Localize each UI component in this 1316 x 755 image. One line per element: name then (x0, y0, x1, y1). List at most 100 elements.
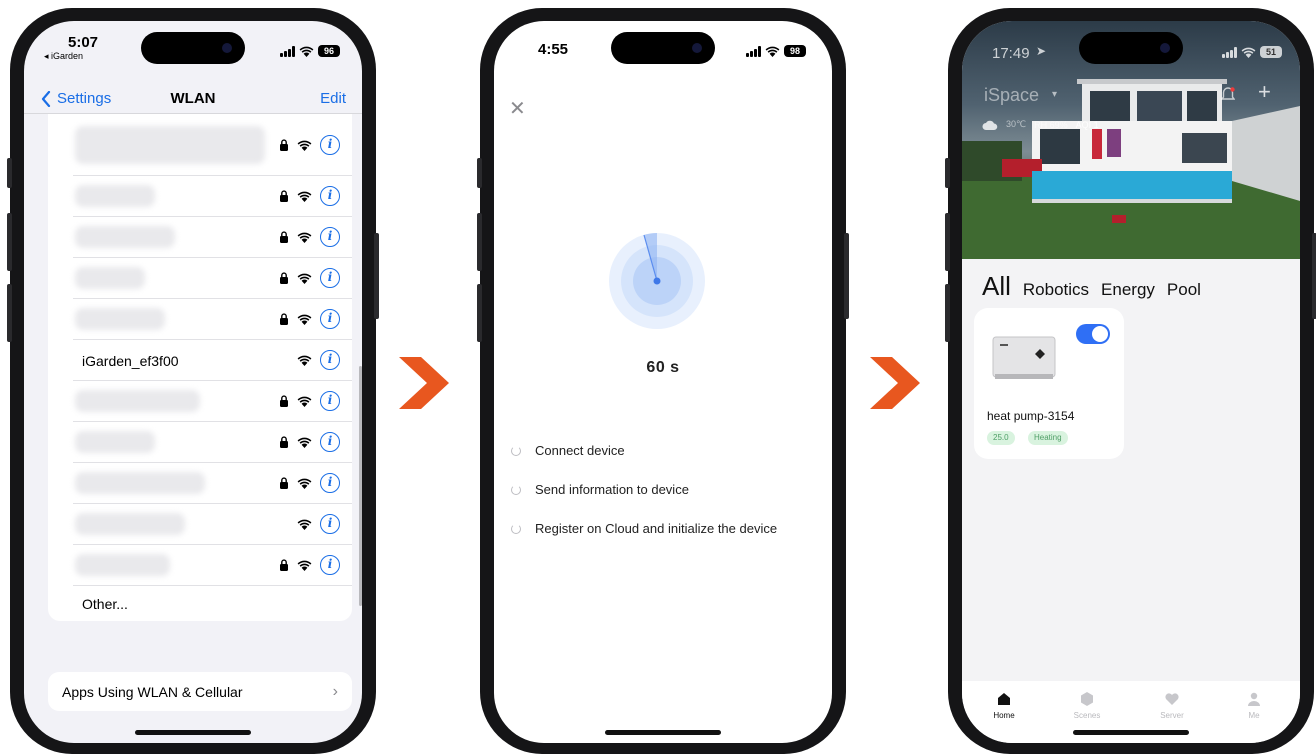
back-to-app-link[interactable]: ◂ iGarden (44, 51, 83, 62)
apps-using-wlan-row[interactable]: Apps Using WLAN & Cellular › (48, 672, 352, 711)
info-icon[interactable]: i (320, 135, 340, 155)
loading-spinner-icon (511, 523, 521, 534)
cellular-signal-icon (746, 45, 761, 57)
edit-button[interactable]: Edit (320, 90, 346, 107)
status-badge: Heating (1028, 431, 1068, 445)
status-icons: 98 (746, 45, 806, 57)
tab-home[interactable]: Home (974, 691, 1034, 720)
network-icons: i (279, 309, 340, 329)
page-title: WLAN (170, 90, 216, 107)
wifi-icon (297, 355, 312, 366)
wifi-icon (297, 140, 312, 151)
chevron-right-icon: › (332, 683, 338, 700)
phone-screen: 5:07 ◂ iGarden 96 Settings WLAN Edit iii… (24, 21, 362, 743)
wifi-icon (297, 478, 312, 489)
temperature-chip: 25.0 (987, 431, 1015, 445)
lock-icon (280, 436, 288, 448)
network-name-redacted (75, 431, 155, 453)
add-icon[interactable]: + (1258, 79, 1271, 105)
info-icon[interactable]: i (320, 268, 340, 288)
wifi-icon (297, 437, 312, 448)
side-button (477, 284, 482, 342)
tab-me[interactable]: Me (1224, 691, 1284, 720)
battery-icon: 96 (318, 45, 340, 57)
info-icon[interactable]: i (320, 391, 340, 411)
network-item[interactable]: i (48, 217, 352, 258)
step-label: Send information to device (535, 482, 689, 497)
status-time: 5:07 (68, 34, 99, 51)
lock-icon (280, 139, 288, 151)
cloud-icon (982, 120, 998, 130)
wifi-icon (297, 560, 312, 571)
network-name-redacted (75, 390, 200, 412)
device-card[interactable]: heat pump-3154 25.0 Heating (974, 308, 1124, 459)
tab-pool[interactable]: Pool (1167, 280, 1201, 300)
network-item[interactable]: i (48, 114, 352, 176)
heat-pump-image (992, 336, 1056, 379)
dynamic-island (611, 32, 715, 64)
network-item[interactable]: i (48, 463, 352, 504)
tab-scenes[interactable]: Scenes (1057, 691, 1117, 720)
cellular-signal-icon (1222, 46, 1237, 58)
dynamic-island (141, 32, 245, 64)
network-icons: i (297, 350, 340, 370)
lock-icon (280, 395, 288, 407)
info-icon[interactable]: i (320, 555, 340, 575)
home-indicator[interactable] (605, 730, 721, 735)
network-item[interactable]: i (48, 258, 352, 299)
tab-all[interactable]: All (982, 271, 1011, 302)
device-name: heat pump-3154 (987, 409, 1075, 423)
info-icon[interactable]: i (320, 350, 340, 370)
info-icon[interactable]: i (320, 227, 340, 247)
info-icon[interactable]: i (320, 514, 340, 534)
network-item[interactable]: i (48, 299, 352, 340)
humidity: RH 69% (1034, 119, 1068, 130)
phone-connecting: 4:55 98 ✕ 60 s Connect device Send inform… (477, 8, 849, 754)
other-network-item[interactable]: Other... (48, 585, 352, 621)
home-indicator[interactable] (1073, 730, 1189, 735)
scrollbar[interactable] (359, 366, 362, 606)
status-icons: 96 (280, 45, 340, 57)
side-button (844, 233, 849, 319)
network-icons: i (279, 186, 340, 206)
side-button (945, 158, 950, 188)
phone-wlan-settings: 5:07 ◂ iGarden 96 Settings WLAN Edit iii… (7, 8, 379, 754)
network-icons: i (279, 268, 340, 288)
network-item[interactable]: iGarden_ef3f00 i (48, 340, 352, 381)
side-button (477, 158, 482, 188)
info-icon[interactable]: i (320, 432, 340, 452)
info-icon[interactable]: i (320, 186, 340, 206)
close-icon[interactable]: ✕ (509, 96, 526, 121)
network-item[interactable]: i (48, 381, 352, 422)
space-selector[interactable]: iSpace (984, 85, 1039, 106)
home-icon (998, 693, 1010, 705)
network-icons: i (297, 514, 340, 534)
status-time: 4:55 (538, 41, 569, 58)
wifi-icon (297, 396, 312, 407)
temperature: 30℃ (1006, 119, 1027, 129)
tab-server[interactable]: Server (1142, 691, 1202, 720)
battery-icon: 98 (784, 45, 806, 57)
bell-icon[interactable] (1221, 87, 1235, 103)
wifi-icon (1241, 47, 1256, 58)
next-arrow-icon (870, 357, 920, 409)
network-name-redacted (75, 554, 170, 576)
info-icon[interactable]: i (320, 309, 340, 329)
network-icons: i (279, 227, 340, 247)
weather-row: 30℃ RH 69% AQI 1 (982, 119, 1099, 130)
air-quality: AQI 1 (1075, 119, 1099, 130)
tab-energy[interactable]: Energy (1101, 280, 1155, 300)
status-icons: 51 (1222, 46, 1282, 58)
tab-robotics[interactable]: Robotics (1023, 280, 1089, 300)
home-indicator[interactable] (135, 730, 251, 735)
network-item[interactable]: i (48, 176, 352, 217)
network-item[interactable]: i (48, 422, 352, 463)
info-icon[interactable]: i (320, 473, 340, 493)
connection-step: Connect device (511, 443, 625, 458)
tab-label: Home (993, 711, 1015, 720)
device-power-toggle[interactable] (1076, 324, 1110, 344)
network-item[interactable]: i (48, 545, 352, 586)
tab-label: Server (1160, 711, 1184, 720)
apps-using-wlan-label: Apps Using WLAN & Cellular (62, 684, 243, 700)
network-item[interactable]: i (48, 504, 352, 545)
